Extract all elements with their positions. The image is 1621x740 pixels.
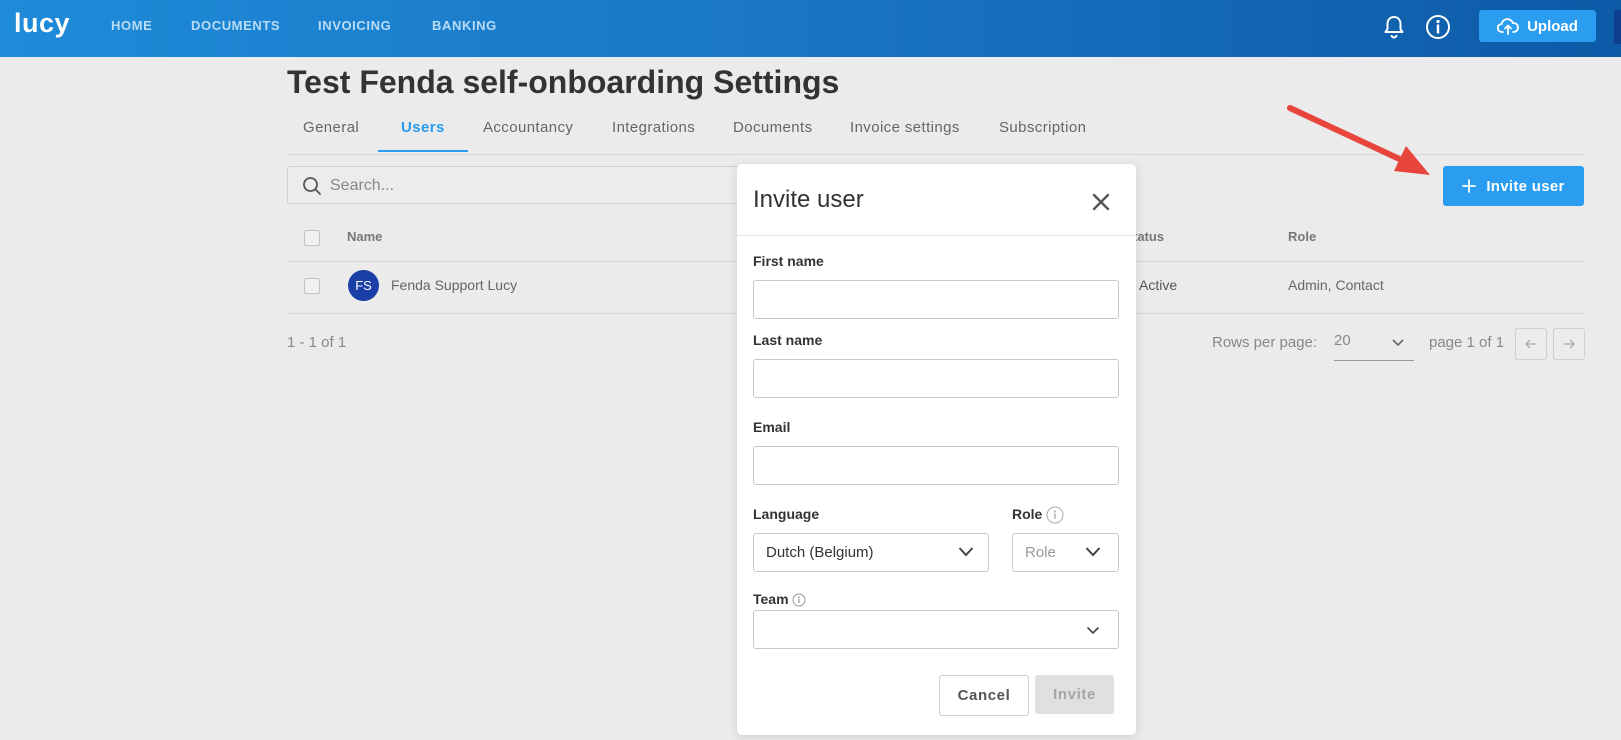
chevron-down-icon bbox=[958, 547, 974, 557]
search-icon bbox=[302, 176, 322, 201]
role-label: Role bbox=[1012, 506, 1064, 524]
modal-title: Invite user bbox=[753, 186, 864, 213]
pagination-range: 1 - 1 of 1 bbox=[287, 334, 347, 351]
role-select[interactable]: Role bbox=[1012, 533, 1119, 572]
invite-user-button[interactable]: Invite user bbox=[1443, 166, 1584, 206]
chevron-down-icon bbox=[1085, 547, 1101, 557]
language-label: Language bbox=[753, 506, 820, 522]
team-select[interactable] bbox=[753, 610, 1119, 649]
team-label-text: Team bbox=[753, 591, 789, 607]
tab-subscription[interactable]: Subscription bbox=[999, 119, 1086, 136]
user-role: Admin, Contact bbox=[1288, 277, 1384, 293]
email-label: Email bbox=[753, 419, 791, 435]
tab-general[interactable]: General bbox=[303, 119, 359, 136]
email-field[interactable] bbox=[753, 446, 1119, 485]
active-tab-indicator bbox=[378, 150, 468, 152]
role-placeholder: Role bbox=[1025, 544, 1056, 561]
user-status: Active bbox=[1139, 277, 1178, 293]
modal-header-divider bbox=[737, 235, 1136, 236]
plus-icon bbox=[1462, 179, 1477, 193]
rows-per-page-select[interactable]: 20 bbox=[1334, 332, 1414, 361]
tab-documents[interactable]: Documents bbox=[733, 119, 812, 136]
page-indicator: page 1 of 1 bbox=[1429, 334, 1505, 351]
bell-icon[interactable] bbox=[1380, 13, 1408, 41]
next-page-button[interactable] bbox=[1553, 328, 1585, 360]
tab-integrations[interactable]: Integrations bbox=[612, 119, 695, 136]
last-name-label: Last name bbox=[753, 332, 823, 348]
user-search bbox=[287, 166, 747, 204]
invite-user-label: Invite user bbox=[1486, 177, 1565, 195]
first-name-field[interactable] bbox=[753, 280, 1119, 319]
user-name: Fenda Support Lucy bbox=[391, 277, 518, 293]
column-header-name[interactable]: Name bbox=[347, 229, 382, 244]
role-label-text: Role bbox=[1012, 506, 1043, 522]
chevron-down-icon bbox=[1392, 339, 1404, 347]
edge-strip bbox=[1614, 10, 1621, 44]
rows-per-page-value: 20 bbox=[1334, 332, 1351, 349]
close-icon[interactable] bbox=[1089, 190, 1113, 214]
prev-page-button[interactable] bbox=[1515, 328, 1547, 360]
role-info-icon[interactable] bbox=[1046, 506, 1064, 524]
red-arrow-annotation bbox=[1287, 105, 1430, 175]
rows-per-page-label: Rows per page: bbox=[1212, 334, 1318, 351]
arrow-right-icon bbox=[1564, 339, 1575, 349]
team-info-icon[interactable] bbox=[792, 593, 806, 607]
nav-home[interactable]: HOME bbox=[111, 18, 152, 33]
upload-button[interactable]: Upload bbox=[1479, 10, 1596, 42]
chevron-down-icon bbox=[1086, 626, 1100, 635]
top-navigation-bar: lucy HOME DOCUMENTS INVOICING BANKING Up… bbox=[0, 0, 1621, 57]
nav-banking[interactable]: BANKING bbox=[432, 18, 497, 33]
arrow-left-icon bbox=[1525, 339, 1536, 349]
lucy-logo[interactable]: lucy bbox=[14, 8, 70, 39]
select-all-checkbox[interactable] bbox=[304, 230, 320, 246]
search-input[interactable] bbox=[328, 168, 732, 204]
cancel-button[interactable]: Cancel bbox=[939, 675, 1029, 716]
info-icon[interactable] bbox=[1424, 13, 1452, 41]
language-value: Dutch (Belgium) bbox=[766, 544, 874, 561]
cloud-upload-icon bbox=[1497, 18, 1519, 35]
avatar: FS bbox=[348, 270, 379, 301]
row-checkbox[interactable] bbox=[304, 278, 320, 294]
tab-users[interactable]: Users bbox=[401, 119, 445, 136]
first-name-label: First name bbox=[753, 253, 824, 269]
invite-button[interactable]: Invite bbox=[1035, 675, 1114, 714]
tab-accountancy[interactable]: Accountancy bbox=[483, 119, 573, 136]
tab-invoice-settings[interactable]: Invoice settings bbox=[850, 119, 960, 136]
column-header-status[interactable]: tatus bbox=[1133, 229, 1164, 244]
upload-label: Upload bbox=[1527, 17, 1578, 35]
nav-documents[interactable]: DOCUMENTS bbox=[191, 18, 280, 33]
nav-invoicing[interactable]: INVOICING bbox=[318, 18, 391, 33]
column-header-role[interactable]: Role bbox=[1288, 229, 1316, 244]
page-title: Test Fenda self-onboarding Settings bbox=[287, 64, 840, 100]
last-name-field[interactable] bbox=[753, 359, 1119, 398]
team-label: Team bbox=[753, 591, 806, 607]
invite-user-modal: Invite user First name Last name Email L… bbox=[737, 164, 1136, 735]
language-select[interactable]: Dutch (Belgium) bbox=[753, 533, 989, 572]
